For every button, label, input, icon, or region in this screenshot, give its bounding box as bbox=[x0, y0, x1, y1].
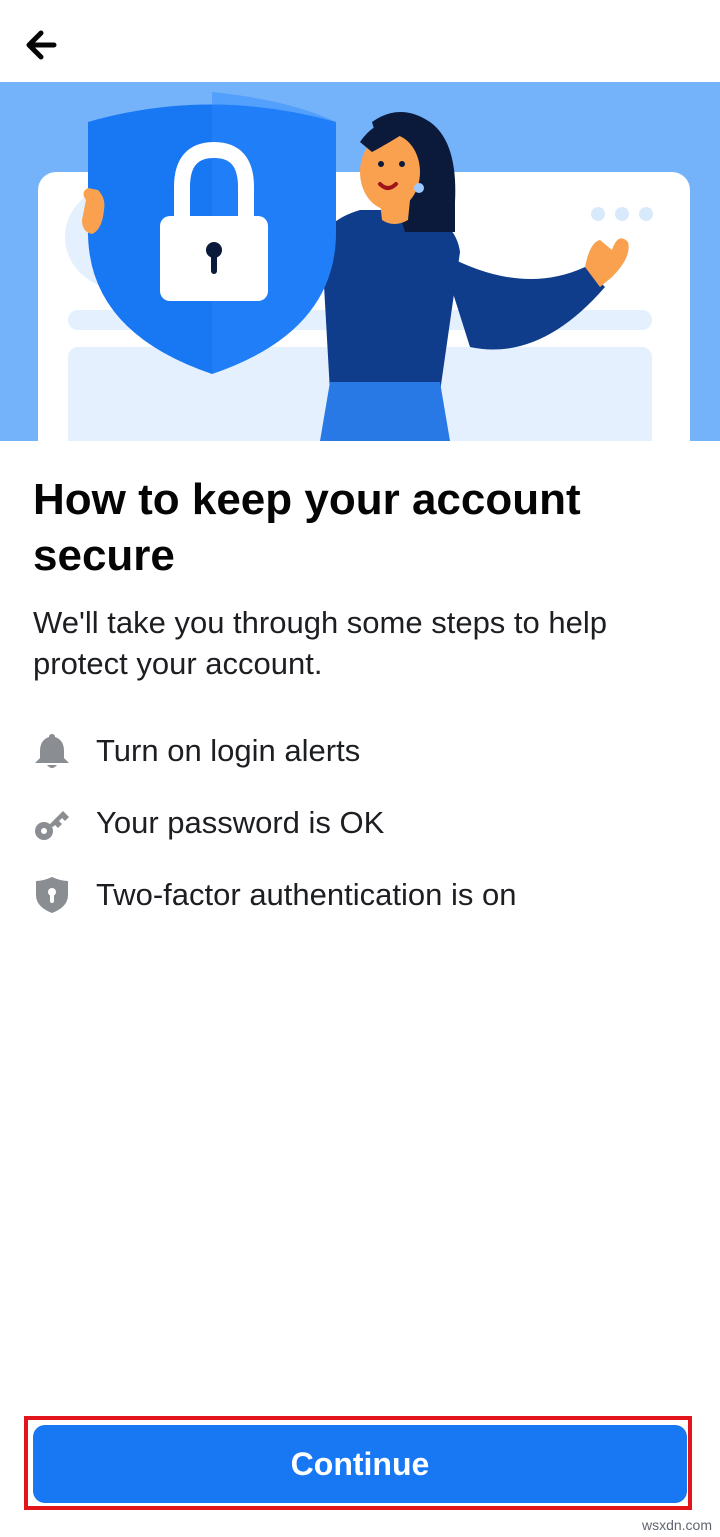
step-login-alerts: Turn on login alerts bbox=[33, 721, 693, 781]
step-label: Turn on login alerts bbox=[96, 733, 361, 768]
shield-lock-icon bbox=[33, 875, 71, 915]
bell-icon bbox=[33, 731, 71, 771]
back-button[interactable] bbox=[20, 24, 68, 66]
continue-button[interactable]: Continue bbox=[33, 1425, 687, 1503]
page-subtitle: We'll take you through some steps to hel… bbox=[33, 605, 607, 681]
top-bar bbox=[0, 0, 720, 82]
step-password: Your password is OK bbox=[33, 793, 693, 853]
watermark: wsxdn.com bbox=[641, 1517, 712, 1533]
hero-illustration bbox=[0, 82, 720, 441]
step-label: Your password is OK bbox=[96, 805, 385, 840]
step-two-factor: Two-factor authentication is on bbox=[33, 865, 693, 925]
arrow-left-icon bbox=[26, 30, 57, 60]
page-title: How to keep your account secure bbox=[33, 475, 581, 580]
step-label: Two-factor authentication is on bbox=[96, 877, 517, 912]
key-icon bbox=[33, 803, 71, 843]
